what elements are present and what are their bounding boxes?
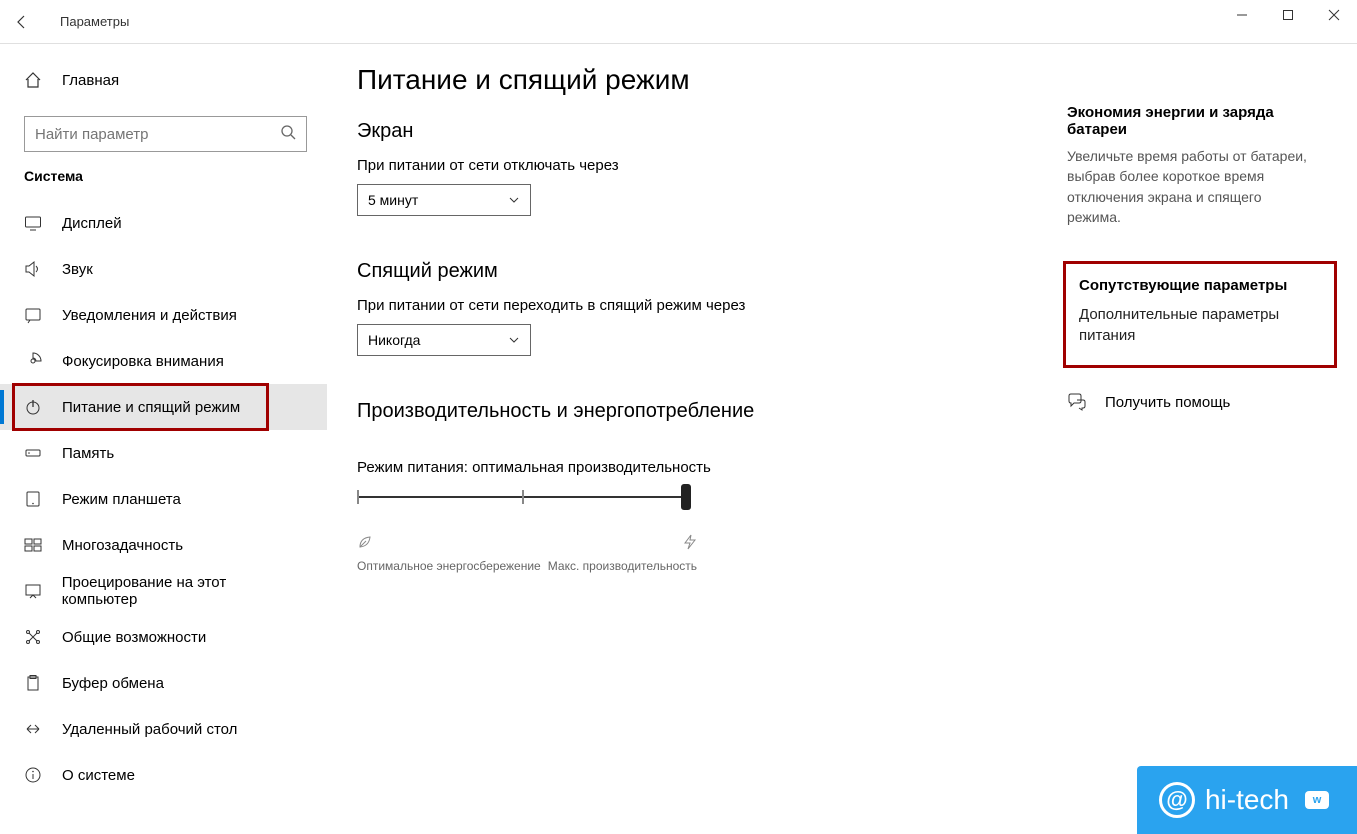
dropdown-value: Никогда	[368, 332, 420, 348]
minimize-button[interactable]	[1219, 0, 1265, 30]
sleep-label: При питании от сети переходить в спящий …	[357, 297, 1057, 314]
maximize-button[interactable]	[1265, 0, 1311, 30]
sleep-dropdown[interactable]: Никогда	[357, 324, 531, 356]
search-box[interactable]	[24, 116, 307, 152]
search-icon	[280, 124, 296, 145]
get-help-label: Получить помощь	[1105, 394, 1230, 411]
power-mode-label: Режим питания: оптимальная производитель…	[357, 457, 1057, 478]
sidebar-item-label: Уведомления и действия	[62, 307, 237, 324]
sidebar-item-remote-desktop[interactable]: Удаленный рабочий стол	[0, 706, 327, 752]
sidebar: Главная Система Дисплей Звук Уведомления…	[0, 44, 327, 834]
sidebar-item-label: Фокусировка внимания	[62, 353, 224, 370]
sidebar-item-label: Питание и спящий режим	[62, 399, 240, 416]
close-button[interactable]	[1311, 0, 1357, 30]
sidebar-item-shared-experiences[interactable]: Общие возможности	[0, 614, 327, 660]
watermark: @ hi-tech w	[1137, 766, 1357, 834]
multitasking-icon	[24, 536, 48, 554]
storage-icon	[24, 444, 48, 462]
clipboard-icon	[24, 674, 48, 692]
vk-badge-icon: w	[1305, 791, 1329, 809]
section-screen-heading: Экран	[357, 120, 1057, 143]
display-icon	[24, 214, 48, 232]
related-heading: Сопутствующие параметры	[1079, 277, 1305, 294]
sidebar-item-label: Буфер обмена	[62, 675, 164, 692]
search-input[interactable]	[35, 126, 280, 143]
sidebar-item-focus-assist[interactable]: Фокусировка внимания	[0, 338, 327, 384]
lightning-icon	[683, 534, 697, 555]
remote-desktop-icon	[24, 720, 48, 738]
main-content: Питание и спящий режим Экран При питании…	[327, 44, 1357, 834]
sidebar-item-label: Режим планшета	[62, 491, 181, 508]
leaf-icon	[357, 534, 373, 555]
slider-caption-row: Оптимальное энергосбережение Макс. произ…	[357, 534, 697, 573]
home-button[interactable]: Главная	[0, 62, 327, 98]
slider-min-label: Оптимальное энергосбережение	[357, 559, 541, 573]
section-performance-heading: Производительность и энергопотребление	[357, 400, 1057, 423]
slider-max-label: Макс. производительность	[548, 559, 697, 573]
screen-off-dropdown[interactable]: 5 минут	[357, 184, 531, 216]
battery-text: Увеличьте время работы от батареи, выбра…	[1067, 146, 1317, 227]
sidebar-item-about[interactable]: О системе	[0, 752, 327, 798]
sidebar-item-label: Проецирование на этот компьютер	[62, 574, 303, 608]
window-controls	[1219, 0, 1357, 30]
titlebar: Параметры	[0, 0, 1357, 44]
sidebar-item-projecting[interactable]: Проецирование на этот компьютер	[0, 568, 327, 614]
slider-thumb[interactable]	[681, 484, 691, 510]
sidebar-item-label: Многозадачность	[62, 537, 183, 554]
related-panel: Экономия энергии и заряда батареи Увелич…	[1067, 104, 1317, 412]
sidebar-item-label: О системе	[62, 767, 135, 784]
back-button[interactable]	[0, 0, 44, 44]
window-title: Параметры	[60, 14, 129, 29]
help-icon	[1067, 392, 1093, 412]
sidebar-item-label: Общие возможности	[62, 629, 206, 646]
about-icon	[24, 766, 48, 784]
sidebar-item-label: Звук	[62, 261, 93, 278]
additional-power-settings-link[interactable]: Дополнительные параметры питания	[1079, 304, 1305, 346]
sidebar-item-display[interactable]: Дисплей	[0, 200, 327, 246]
watermark-text: hi-tech	[1205, 784, 1289, 816]
notifications-icon	[24, 306, 48, 324]
sidebar-item-label: Удаленный рабочий стол	[62, 721, 237, 738]
category-title: Система	[24, 168, 327, 184]
chevron-down-icon	[508, 194, 520, 206]
chevron-down-icon	[508, 334, 520, 346]
power-mode-slider[interactable]	[357, 490, 689, 518]
focus-assist-icon	[24, 352, 48, 370]
sidebar-item-storage[interactable]: Память	[0, 430, 327, 476]
home-label: Главная	[62, 72, 119, 89]
projecting-icon	[24, 582, 48, 600]
page-title: Питание и спящий режим	[357, 64, 1327, 96]
screen-off-label: При питании от сети отключать через	[357, 157, 1057, 174]
sidebar-item-notifications[interactable]: Уведомления и действия	[0, 292, 327, 338]
sidebar-item-clipboard[interactable]: Буфер обмена	[0, 660, 327, 706]
sidebar-item-multitasking[interactable]: Многозадачность	[0, 522, 327, 568]
power-icon	[24, 398, 48, 416]
sidebar-item-power-sleep[interactable]: Питание и спящий режим	[0, 384, 327, 430]
get-help-link[interactable]: Получить помощь	[1067, 392, 1317, 412]
battery-heading: Экономия энергии и заряда батареи	[1067, 104, 1317, 138]
at-sign-icon: @	[1159, 782, 1195, 818]
home-icon	[24, 71, 48, 89]
sidebar-item-sound[interactable]: Звук	[0, 246, 327, 292]
dropdown-value: 5 минут	[368, 192, 418, 208]
shared-experiences-icon	[24, 628, 48, 646]
sidebar-item-label: Дисплей	[62, 215, 122, 232]
sound-icon	[24, 260, 48, 278]
sidebar-item-tablet-mode[interactable]: Режим планшета	[0, 476, 327, 522]
sidebar-item-label: Память	[62, 445, 114, 462]
tablet-mode-icon	[24, 490, 48, 508]
section-sleep-heading: Спящий режим	[357, 260, 1057, 283]
